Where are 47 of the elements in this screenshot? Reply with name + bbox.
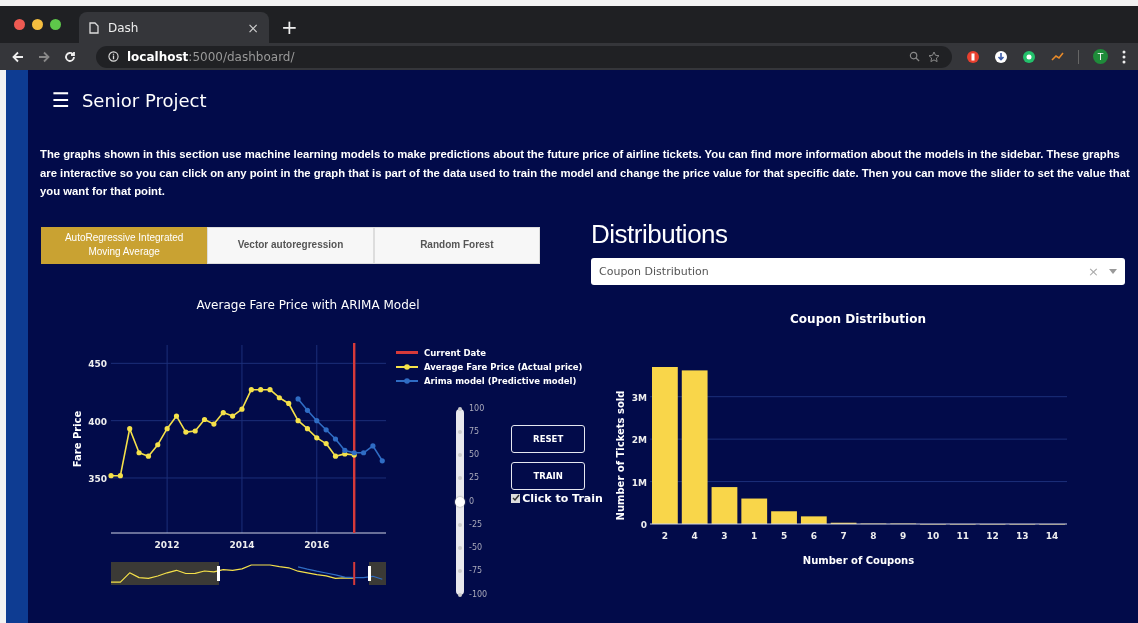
axis-title: Number of Tickets sold [615,390,626,520]
axis-tick-label: 450 [88,358,107,369]
axis-tick-label: 9 [900,530,907,541]
slider-tick-label: -50 [469,543,484,553]
axis-tick-label: 11 [956,530,969,541]
slider-tick-label: -100 [469,589,488,600]
axis-tick-label: 3M [631,392,647,403]
legend-label: Average Fare Price (Actual price) [424,361,583,372]
axis-title: Number of Coupons [802,554,915,566]
slider-tick-label: 50 [469,450,481,460]
legend-label: Current Date [424,347,487,358]
axis-tick-label: 1M [631,477,647,488]
axis-tick-label: 2016 [304,539,330,550]
chart-title: Average Fare Price with ARIMA Model [195,297,421,312]
axis-tick-label: 1 [751,530,758,541]
chart-title: Coupon Distribution [789,311,927,326]
axis-tick-label: 0 [640,519,647,530]
slider-tick-label: -25 [469,519,484,530]
slider-tick-label: 0 [469,496,476,507]
axis-tick-label: 400 [88,416,107,427]
app-title: Senior Project [81,89,207,111]
legend-label: Arima model (Predictive model) [424,375,577,386]
axis-tick-label: 2014 [229,539,255,550]
axis-tick-label: 2 [661,530,669,541]
axis-tick-label: 14 [1045,530,1059,541]
axis-tick-label: 10 [926,530,940,541]
axis-tick-label: 8 [870,530,877,541]
axis-tick-label: 7 [840,530,847,541]
slider-tick-label: 75 [469,426,481,437]
slider-tick-label: -75 [469,566,484,577]
axis-tick-label: 5 [780,530,788,541]
axis-tick-label: 2M [631,434,647,445]
tab-title: Dash [108,20,140,35]
url-text: localhost:5000/dashboard/ [127,49,295,64]
slider-tick-label: 25 [469,473,481,484]
checkbox-label: Click to Train [522,491,603,505]
axis-tick-label: 3 [721,530,728,541]
axis-tick-label: 6 [810,530,817,541]
axis-tick-label: 12 [986,530,999,541]
slider-tick-label: 100 [469,403,486,414]
axis-tick-label: 13 [1016,530,1029,541]
intro-paragraph: The graphs shown in this section use machine learning models to make predictions about the future price of airline tickets. You can find more information about the models in the sidebar. These graphs are interactive so you can click on any point in the graph that is part of the data used to train the model and change the price value for that specific date. Then you can move the slider to set the value that you want for that point. [40,147,1131,199]
axis-tick-label: 350 [88,473,107,484]
section-title: Distributions [591,218,729,250]
axis-tick-label: 4 [691,530,698,541]
axis-title: Fare Price [72,410,83,467]
axis-tick-label: 2012 [154,539,180,550]
